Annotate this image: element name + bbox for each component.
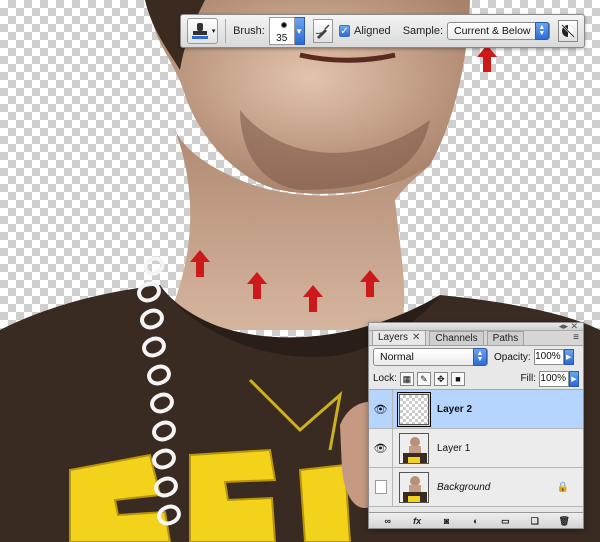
aligned-checkbox[interactable]: ✓ <box>338 25 350 37</box>
sample-select[interactable]: Current & Below ▲ ▼ <box>447 22 550 40</box>
blend-row: Normal ▲ ▼ Opacity: 100% ▶ <box>369 346 583 368</box>
visibility-toggle[interactable] <box>369 467 393 507</box>
ignore-adjustment-button[interactable] <box>557 20 578 42</box>
fill-slider-button[interactable]: ▶ <box>569 370 579 387</box>
close-icon[interactable]: ✕ <box>412 332 420 343</box>
lock-image-icon[interactable]: ✎ <box>416 371 431 386</box>
lock-icon: 🔒 <box>556 481 569 493</box>
layer-row-background[interactable]: Background 🔒 <box>369 467 583 507</box>
eye-icon: 👁 <box>373 442 388 455</box>
brush-dropdown-button[interactable]: ▼ <box>294 17 305 45</box>
layer-thumbnail <box>399 471 429 503</box>
blend-mode-value: Normal <box>380 351 414 363</box>
lock-label: Lock: <box>373 373 397 384</box>
lock-all-icon[interactable]: ■ <box>450 371 465 386</box>
tab-label: Layers <box>378 332 409 343</box>
delete-layer-icon[interactable]: 🗑 <box>555 515 573 527</box>
layer-name: Layer 1 <box>437 442 471 454</box>
tool-preset-picker[interactable]: ▾ <box>187 18 219 44</box>
tab-label: Paths <box>492 333 519 344</box>
layer-thumbnail <box>397 391 431 427</box>
add-mask-icon[interactable]: ◙ <box>438 515 456 527</box>
select-arrows-icon: ▲ ▼ <box>534 22 549 40</box>
pressure-toggle[interactable] <box>312 19 333 43</box>
visibility-toggle[interactable]: 👁 <box>369 428 393 468</box>
panel-footer: ∞ fx ◙ ◐ ▭ ❏ 🗑 <box>369 512 583 528</box>
layer-row-layer-1[interactable]: 👁 Layer 1 <box>369 428 583 468</box>
brush-label: Brush: <box>233 25 265 37</box>
up-arrow-icon <box>477 45 497 72</box>
lock-transparency-icon[interactable]: ▦ <box>399 371 414 386</box>
brush-size: 35 <box>276 33 288 44</box>
sample-value: Current & Below <box>454 25 531 37</box>
aligned-label: Aligned <box>353 25 391 37</box>
select-arrows-icon: ▲ ▼ <box>473 348 487 366</box>
brush-tip-icon <box>280 22 287 28</box>
layer-name: Background <box>437 481 491 493</box>
panel-tabs: Layers ✕ Channels Paths ≡ <box>369 330 583 346</box>
layers-panel: ◂▸ ✕ Layers ✕ Channels Paths ≡ Normal ▲ ▼ … <box>368 321 584 529</box>
hidden-eye-box <box>374 480 387 494</box>
new-layer-icon[interactable]: ❏ <box>526 515 544 527</box>
lock-row: Lock: ▦ ✎ ✥ ■ Fill: 100% ▶ <box>369 368 583 390</box>
fill-input[interactable]: 100% <box>539 370 569 387</box>
separator <box>225 19 227 43</box>
tab-paths[interactable]: Paths <box>486 331 525 345</box>
opacity-label: Opacity: <box>494 351 531 363</box>
pressure-icon <box>315 24 330 39</box>
fill-label: Fill: <box>520 373 536 384</box>
sample-label: Sample: <box>402 25 444 37</box>
tab-layers[interactable]: Layers ✕ <box>372 330 427 345</box>
fx-icon[interactable]: fx <box>408 515 426 527</box>
tool-options-bar: ▾ Brush: 35 ▼ ✓ Aligned Sample: Current … <box>180 14 585 48</box>
opacity-input[interactable]: 100% <box>533 349 564 365</box>
tab-label: Channels <box>435 333 478 344</box>
panel-menu-icon[interactable]: ≡ <box>573 332 579 343</box>
tab-channels[interactable]: Channels <box>429 331 484 345</box>
lock-position-icon[interactable]: ✥ <box>433 371 448 386</box>
ignore-adjustment-layers-icon <box>561 24 575 38</box>
adjustment-layer-icon[interactable]: ◐ <box>467 515 485 527</box>
eye-icon: 👁 <box>373 403 388 416</box>
opacity-slider-button[interactable]: ▶ <box>563 349 574 365</box>
visibility-toggle[interactable]: 👁 <box>369 389 393 429</box>
layer-name: Layer 2 <box>437 403 473 415</box>
clone-stamp-icon <box>191 23 208 39</box>
brush-preview[interactable]: 35 <box>268 17 295 45</box>
layer-thumbnail <box>399 432 429 464</box>
blend-mode-select[interactable]: Normal ▲ ▼ <box>373 348 488 366</box>
layer-row-layer-2[interactable]: 👁 Layer 2 <box>369 389 583 429</box>
new-group-icon[interactable]: ▭ <box>496 515 514 527</box>
link-layers-icon[interactable]: ∞ <box>379 515 397 527</box>
